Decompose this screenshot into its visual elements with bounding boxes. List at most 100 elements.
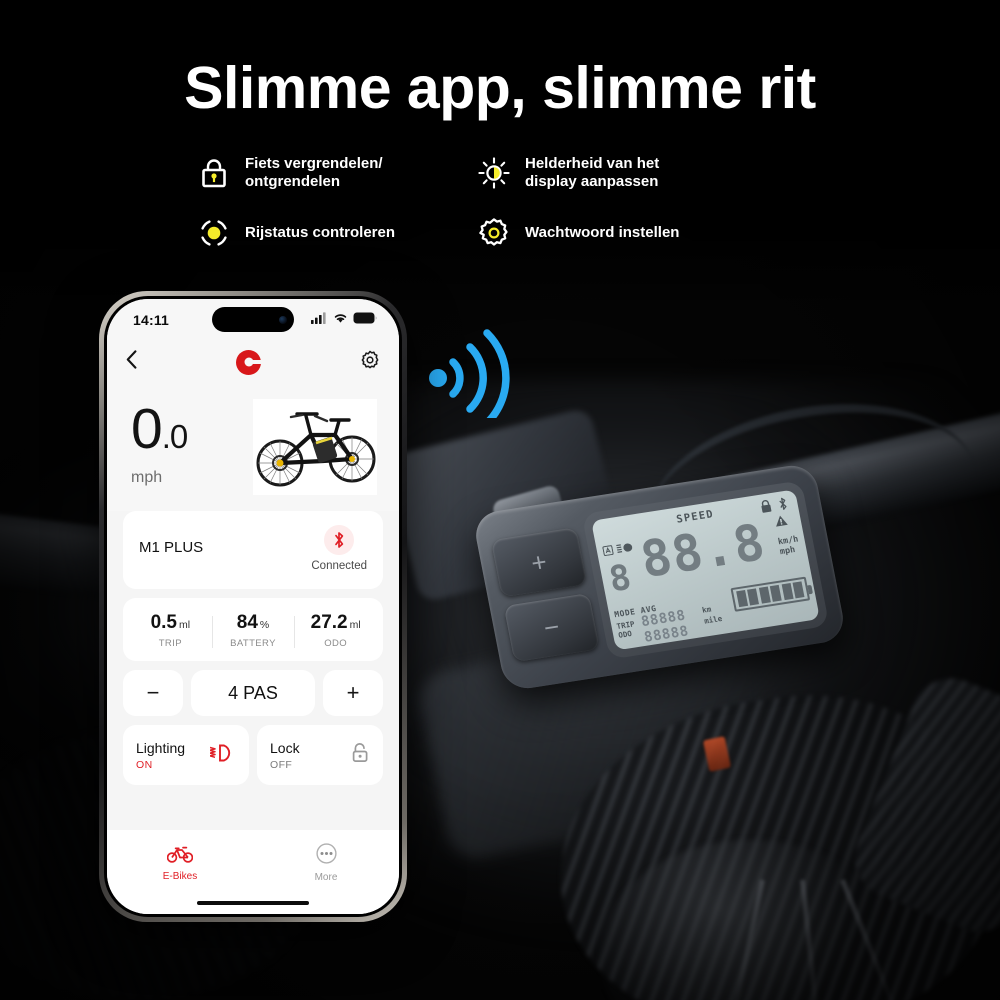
unlocked-padlock-icon xyxy=(350,742,370,769)
stats-card: 0.5 ml TRIP 84 % BATTERY 27.2 ml ODO xyxy=(123,598,383,661)
lock-toggle[interactable]: Lock OFF xyxy=(257,725,383,785)
lcd-odo-label: ODO xyxy=(617,629,633,641)
stat-number: 84 xyxy=(236,612,258,633)
feature-item-ride-status: Rijstatus controleren xyxy=(196,203,476,263)
lcd-speed-units: km/h mph xyxy=(777,534,801,557)
warning-triangle-icon xyxy=(773,511,789,532)
lock-text: Lock OFF xyxy=(270,740,300,771)
stat-number: 27.2 xyxy=(310,612,348,633)
speed-unit-label: mph xyxy=(131,469,163,487)
battery-segment xyxy=(736,590,749,608)
pas-control-row: − 4 PAS + xyxy=(123,670,383,716)
stat-odo: 27.2 ml ODO xyxy=(294,612,377,649)
phone-screen: 14:11 0 .0 mph M1 PLUS Connected 0.5 ml … xyxy=(107,299,399,914)
tab-label: More xyxy=(314,872,338,883)
stat-value: 0.5 ml xyxy=(151,612,191,634)
device-status: Connected xyxy=(311,560,367,572)
speed-readout: 0 .0 mph xyxy=(131,399,189,487)
lcd-pas-level: 8 xyxy=(605,558,633,601)
stat-label: TRIP xyxy=(158,638,182,649)
stat-value: 84 % xyxy=(237,612,269,634)
stat-label: ODO xyxy=(324,638,348,649)
lcd-battery-indicator xyxy=(730,576,811,612)
stat-unit: ml xyxy=(349,619,361,631)
stat-number: 0.5 xyxy=(150,612,177,633)
feature-label: Wachtwoord instellen xyxy=(525,223,680,241)
settings-gear-button[interactable] xyxy=(360,350,380,375)
battery-segment xyxy=(747,588,760,606)
tab-e-bikes[interactable]: E-Bikes xyxy=(107,845,253,882)
sun-brightness-icon xyxy=(476,155,512,191)
dynamic-island xyxy=(212,307,294,332)
lcd-left-icons xyxy=(601,537,634,560)
speed-hero-section: 0 .0 mph xyxy=(107,385,399,511)
status-time: 14:11 xyxy=(133,312,170,328)
app-header xyxy=(107,339,399,385)
feature-list: Fiets vergrendelen/ ontgrendelen Helderh… xyxy=(196,143,756,263)
feature-item-brightness: Helderheid van het display aanpassen xyxy=(476,143,756,203)
lcd-screen: SPEED 8 88.8 km/h mph MODE AVG TRIP ODO … xyxy=(591,489,820,651)
stat-unit: ml xyxy=(179,619,191,631)
device-card[interactable]: M1 PLUS Connected xyxy=(123,511,383,589)
feature-item-lock: Fiets vergrendelen/ ontgrendelen xyxy=(196,143,476,203)
ellipsis-circle-icon xyxy=(315,843,337,868)
toggle-title: Lock xyxy=(270,739,300,756)
phone-bezel: 14:11 0 .0 mph M1 PLUS Connected 0.5 ml … xyxy=(104,296,402,917)
lighting-text: Lighting ON xyxy=(136,740,185,771)
feature-label: Helderheid van het display aanpassen xyxy=(525,154,660,190)
battery-segment xyxy=(792,581,805,599)
padlock-icon xyxy=(196,155,232,191)
battery-segment xyxy=(758,586,771,604)
lcd-unit-mph: mph xyxy=(779,544,797,557)
home-indicator[interactable] xyxy=(197,901,309,905)
lcd-trip-odo-labels: TRIP ODO xyxy=(616,619,637,640)
headlight-icon xyxy=(209,744,236,767)
stat-battery: 84 % BATTERY xyxy=(211,612,295,649)
wifi-icon xyxy=(333,311,348,329)
speed-decimal: .0 xyxy=(161,418,189,455)
toggle-state: OFF xyxy=(270,758,293,771)
lcd-unit-mile: mile xyxy=(703,613,723,626)
bluetooth-icon[interactable] xyxy=(324,525,355,555)
gear-settings-icon xyxy=(476,215,512,251)
front-camera-icon xyxy=(279,315,287,324)
back-button[interactable] xyxy=(126,350,137,374)
stat-trip: 0.5 ml TRIP xyxy=(129,612,212,649)
display-plus-button[interactable]: + xyxy=(490,527,587,597)
feature-item-password: Wachtwoord instellen xyxy=(476,203,756,263)
stat-unit: % xyxy=(259,619,270,631)
pas-level-display[interactable]: 4 PAS xyxy=(191,670,315,716)
stat-value: 27.2 ml xyxy=(311,612,361,634)
tab-more[interactable]: More xyxy=(253,843,399,883)
pas-decrease-button[interactable]: − xyxy=(123,670,183,716)
home-indicator-area xyxy=(107,892,399,914)
pas-increase-button[interactable]: + xyxy=(323,670,383,716)
feature-label: Fiets vergrendelen/ ontgrendelen xyxy=(245,154,383,190)
lcd-distance-units: km mile xyxy=(701,603,723,627)
speed-value: 0 .0 xyxy=(131,400,189,457)
toggle-title: Lighting xyxy=(136,739,186,756)
status-bar-icons xyxy=(311,311,377,329)
ebike-product-photo xyxy=(253,399,377,495)
cellular-signal-icon xyxy=(311,311,328,329)
device-connection: Connected xyxy=(311,525,367,572)
lcd-distance-digits: 88888 88888 xyxy=(640,608,690,647)
status-bar: 14:11 xyxy=(107,299,399,339)
ride-status-target-icon xyxy=(196,215,232,251)
bluetooth-signal-waves-icon xyxy=(425,318,525,427)
brand-e-logo xyxy=(236,349,261,375)
battery-segment xyxy=(781,583,794,601)
controls-section: M1 PLUS Connected 0.5 ml TRIP 84 % BATTE… xyxy=(107,511,399,830)
lighting-toggle[interactable]: Lighting ON xyxy=(123,725,249,785)
page-title: Slimme app, slimme rit xyxy=(184,55,816,121)
lock-icon xyxy=(759,497,774,517)
device-name: M1 PLUS xyxy=(139,539,204,556)
stat-label: BATTERY xyxy=(230,638,276,649)
lcd-speed-value: 88.8 xyxy=(636,513,771,590)
battery-segment xyxy=(770,584,782,602)
smartphone-mockup: 14:11 0 .0 mph M1 PLUS Connected 0.5 ml … xyxy=(99,291,407,922)
tab-label: E-Bikes xyxy=(162,870,198,882)
bottom-tab-bar: E-Bikes More xyxy=(107,830,399,892)
feature-label: Rijstatus controleren xyxy=(245,223,396,241)
bicycle-icon xyxy=(166,846,194,867)
